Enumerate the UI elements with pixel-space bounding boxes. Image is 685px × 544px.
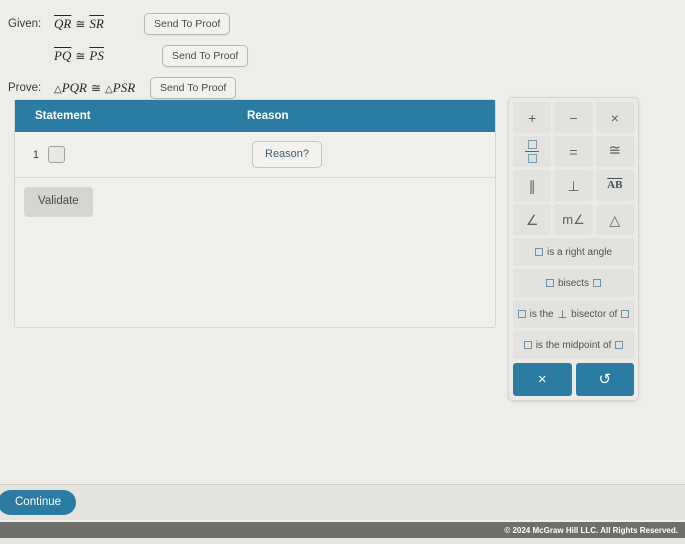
fraction-denominator-box bbox=[527, 153, 537, 163]
congruent-symbol-2: ≅ bbox=[75, 49, 86, 63]
triangle-symbol-2: △ bbox=[105, 84, 113, 95]
segment-ab-key[interactable]: AB bbox=[595, 170, 634, 201]
copyright-text: © 2024 McGraw Hill LLC. All Rights Reser… bbox=[504, 525, 678, 535]
triangle-key[interactable]: △ bbox=[595, 204, 634, 235]
parallel-key[interactable]: ∥ bbox=[513, 170, 552, 201]
proof-table-header: Statement Reason bbox=[15, 100, 495, 132]
perp-bisector-label-before: is the bbox=[529, 308, 554, 320]
segment-qr: QR bbox=[54, 16, 72, 31]
send-to-proof-slot-3: Send To Proof bbox=[150, 76, 237, 100]
prove-label: Prove: bbox=[8, 82, 42, 94]
congruent-key[interactable]: ≅ bbox=[595, 136, 634, 167]
clear-button[interactable]: × bbox=[513, 363, 572, 396]
placeholder-box-icon bbox=[534, 248, 543, 256]
bisects-label: bisects bbox=[557, 277, 590, 289]
is-a-right-angle-phrase[interactable]: is a right angle bbox=[513, 238, 634, 266]
is-the-midpoint-of-label: is the midpoint of bbox=[535, 339, 612, 351]
placeholder-box-icon bbox=[593, 279, 602, 287]
prove-expression: △PQR ≅ △PSR bbox=[54, 80, 140, 96]
column-header-reason: Reason bbox=[247, 110, 289, 122]
measure-angle-key[interactable]: m∠ bbox=[554, 204, 593, 235]
triangle-psr: PSR bbox=[112, 80, 136, 95]
placeholder-box-icon bbox=[545, 279, 554, 287]
validate-button[interactable]: Validate bbox=[24, 187, 93, 217]
minus-key[interactable]: − bbox=[554, 102, 593, 133]
segment-ps: PS bbox=[89, 48, 104, 63]
keypad-action-row: × ↺ bbox=[513, 363, 634, 396]
fraction-bar bbox=[525, 150, 540, 153]
undo-button[interactable]: ↺ bbox=[575, 363, 634, 396]
send-to-proof-button-2[interactable]: Send To Proof bbox=[162, 44, 249, 68]
send-to-proof-slot-2: Send To Proof bbox=[162, 44, 249, 68]
footer-strip bbox=[0, 538, 685, 544]
given-line-2: PQ ≅ PS Send To Proof bbox=[8, 40, 500, 72]
perp-bisector-label-after: bisector of bbox=[571, 308, 618, 320]
measure-angle-icon: m∠ bbox=[562, 212, 585, 227]
plus-key[interactable]: + bbox=[513, 102, 552, 133]
angle-key[interactable]: ∠ bbox=[513, 204, 552, 235]
given-prove-block: Given: QR ≅ SR Send To Proof PQ ≅ PS Send To… bbox=[0, 0, 500, 104]
bottom-action-bar: Continue bbox=[0, 484, 685, 520]
fraction-key[interactable] bbox=[513, 136, 552, 167]
send-to-proof-button-1[interactable]: Send To Proof bbox=[144, 12, 231, 36]
perpendicular-icon: ⊥ bbox=[557, 308, 568, 321]
reason-button[interactable]: Reason? bbox=[252, 141, 323, 168]
given-expression-1: QR ≅ SR bbox=[54, 16, 140, 32]
is-a-right-angle-label: is a right angle bbox=[546, 246, 613, 258]
triangle-symbol-1: △ bbox=[54, 84, 62, 95]
congruent-symbol: ≅ bbox=[75, 17, 86, 31]
proof-application: Given: QR ≅ SR Send To Proof PQ ≅ PS Send To… bbox=[0, 0, 685, 544]
segment-sr: SR bbox=[89, 16, 104, 31]
perpendicular-key[interactable]: ⊥ bbox=[554, 170, 593, 201]
column-header-statement: Statement bbox=[35, 110, 91, 122]
given-expression-2: PQ ≅ PS bbox=[54, 48, 140, 64]
bisects-phrase[interactable]: bisects bbox=[513, 269, 634, 297]
is-the-midpoint-of-phrase[interactable]: is the midpoint of bbox=[513, 331, 634, 359]
send-to-proof-button-3[interactable]: Send To Proof bbox=[150, 76, 237, 100]
fraction-icon bbox=[525, 140, 540, 163]
statement-input[interactable] bbox=[48, 146, 65, 163]
segment-ab-icon: AB bbox=[607, 179, 623, 191]
keypad-symbol-grid: + − × = ≅ ∥ ⊥ AB ∠ m∠ △ bbox=[513, 102, 634, 235]
keypad-phrase-list: is a right angle bisects is the ⊥ bisect… bbox=[513, 238, 634, 359]
continue-button[interactable]: Continue bbox=[0, 489, 77, 516]
footer-bar: © 2024 McGraw Hill LLC. All Rights Reser… bbox=[0, 522, 685, 538]
placeholder-box-icon bbox=[523, 341, 532, 349]
table-row: 1 Reason? bbox=[15, 132, 495, 178]
placeholder-box-icon bbox=[615, 341, 624, 349]
segment-pq: PQ bbox=[54, 48, 72, 63]
given-line-1: Given: QR ≅ SR Send To Proof bbox=[8, 8, 500, 40]
placeholder-box-icon bbox=[517, 310, 526, 318]
math-keypad-panel: + − × = ≅ ∥ ⊥ AB ∠ m∠ △ is a right angle… bbox=[508, 97, 639, 401]
triangle-pqr: PQR bbox=[61, 80, 87, 95]
multiply-key[interactable]: × bbox=[595, 102, 634, 133]
equals-key[interactable]: = bbox=[554, 136, 593, 167]
send-to-proof-slot-1: Send To Proof bbox=[144, 12, 231, 36]
congruent-symbol-3: ≅ bbox=[90, 81, 102, 95]
proof-card: Statement Reason 1 Reason? Validate bbox=[14, 99, 496, 328]
validate-area: Validate bbox=[15, 178, 495, 217]
perpendicular-bisector-phrase[interactable]: is the ⊥ bisector of bbox=[513, 300, 634, 328]
given-label: Given: bbox=[8, 18, 42, 30]
fraction-numerator-box bbox=[527, 140, 537, 150]
row-number: 1 bbox=[32, 148, 39, 161]
placeholder-box-icon bbox=[621, 310, 630, 318]
